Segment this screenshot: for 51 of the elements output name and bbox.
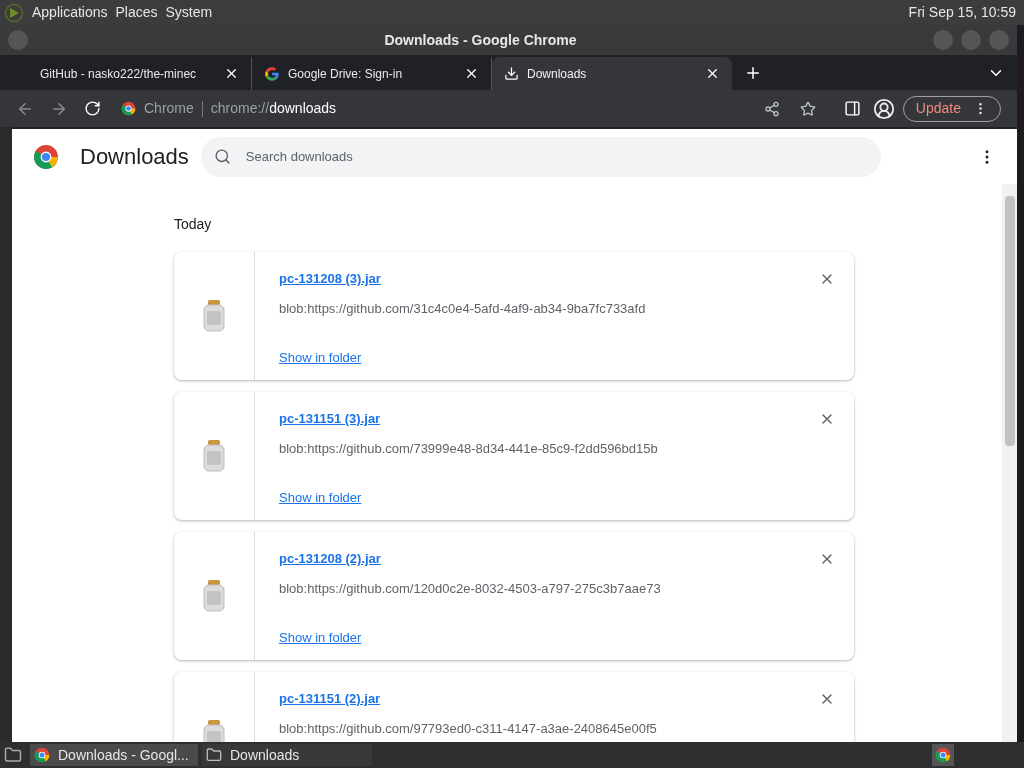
url-text: chrome://downloads bbox=[210, 99, 337, 118]
jar-icon bbox=[202, 579, 226, 613]
show-desktop-icon[interactable] bbox=[4, 746, 22, 764]
source-url: blob:https://github.com/73999e48-8d34-441e-85c9-f2dd596bd15b bbox=[279, 439, 659, 458]
file-name-link[interactable]: pc-131208 (3).jar bbox=[279, 269, 381, 289]
site-label: Chrome bbox=[144, 99, 194, 118]
google-g-icon bbox=[264, 65, 280, 82]
play-logo-icon bbox=[4, 2, 24, 23]
jar-icon bbox=[202, 439, 226, 473]
tab-title: Google Drive: Sign-in bbox=[288, 65, 404, 83]
window-title: Downloads - Google Chrome bbox=[383, 30, 578, 50]
file-name-link[interactable]: pc-131151 (2).jar bbox=[279, 689, 381, 709]
chrome-logo-icon bbox=[33, 143, 59, 170]
close-tab-icon[interactable] bbox=[705, 66, 720, 81]
chrome-logo-icon bbox=[34, 747, 50, 763]
source-url: blob:https://github.com/120d0c2e-8032-4503-a797-275c3b7aae73 bbox=[279, 579, 662, 598]
show-in-folder-link[interactable]: Show in folder bbox=[279, 348, 362, 368]
share-icon[interactable] bbox=[763, 100, 780, 117]
file-name-link[interactable]: pc-131208 (2).jar bbox=[279, 549, 381, 569]
close-tab-icon[interactable] bbox=[224, 66, 239, 81]
new-tab-icon[interactable] bbox=[744, 64, 762, 82]
close-tab-icon[interactable] bbox=[464, 66, 479, 81]
tray-chrome-icon bbox=[935, 747, 951, 763]
file-name-link[interactable]: pc-131151 (3).jar bbox=[279, 409, 381, 429]
taskbar-button[interactable]: Downloads bbox=[202, 744, 372, 766]
page-title: Downloads bbox=[80, 143, 189, 171]
show-in-folder-link[interactable]: Show in folder bbox=[279, 628, 362, 648]
tab-title: Downloads bbox=[527, 65, 588, 83]
folder-icon bbox=[206, 747, 222, 763]
search-field[interactable]: Search downloads bbox=[200, 136, 881, 177]
tray-chrome-button[interactable] bbox=[932, 744, 954, 766]
browser-tab[interactable]: Downloads bbox=[492, 57, 732, 90]
section-heading: Today bbox=[174, 215, 213, 234]
show-in-folder-link[interactable]: Show in folder bbox=[279, 488, 362, 508]
taskbar-button[interactable]: Downloads - Googl... bbox=[30, 744, 198, 766]
tab-title: GitHub - nasko222/the-minec bbox=[40, 65, 198, 83]
source-url: blob:https://github.com/31c4c0e4-5afd-4af9-ab34-9ba7fc733afd bbox=[279, 299, 647, 318]
jar-icon bbox=[202, 299, 226, 333]
panel-menu[interactable]: Applications bbox=[32, 2, 108, 23]
download-icon bbox=[504, 66, 519, 81]
source-url: blob:https://github.com/97793ed0-c311-4147-a3ae-2408645e00f5 bbox=[279, 719, 658, 738]
panel-menu[interactable]: System bbox=[165, 2, 213, 23]
panel-clock: Fri Sep 15, 10:59 bbox=[908, 3, 1017, 22]
side-panel-icon[interactable] bbox=[843, 100, 861, 117]
reload-icon[interactable] bbox=[84, 100, 101, 117]
chrome-chip-icon bbox=[121, 101, 136, 116]
bookmark-star-icon[interactable] bbox=[799, 100, 816, 117]
scrollbar[interactable] bbox=[1002, 184, 1017, 742]
profile-avatar-icon[interactable] bbox=[872, 97, 895, 120]
panel-menu[interactable]: Places bbox=[115, 2, 158, 23]
search-icon bbox=[213, 147, 231, 165]
